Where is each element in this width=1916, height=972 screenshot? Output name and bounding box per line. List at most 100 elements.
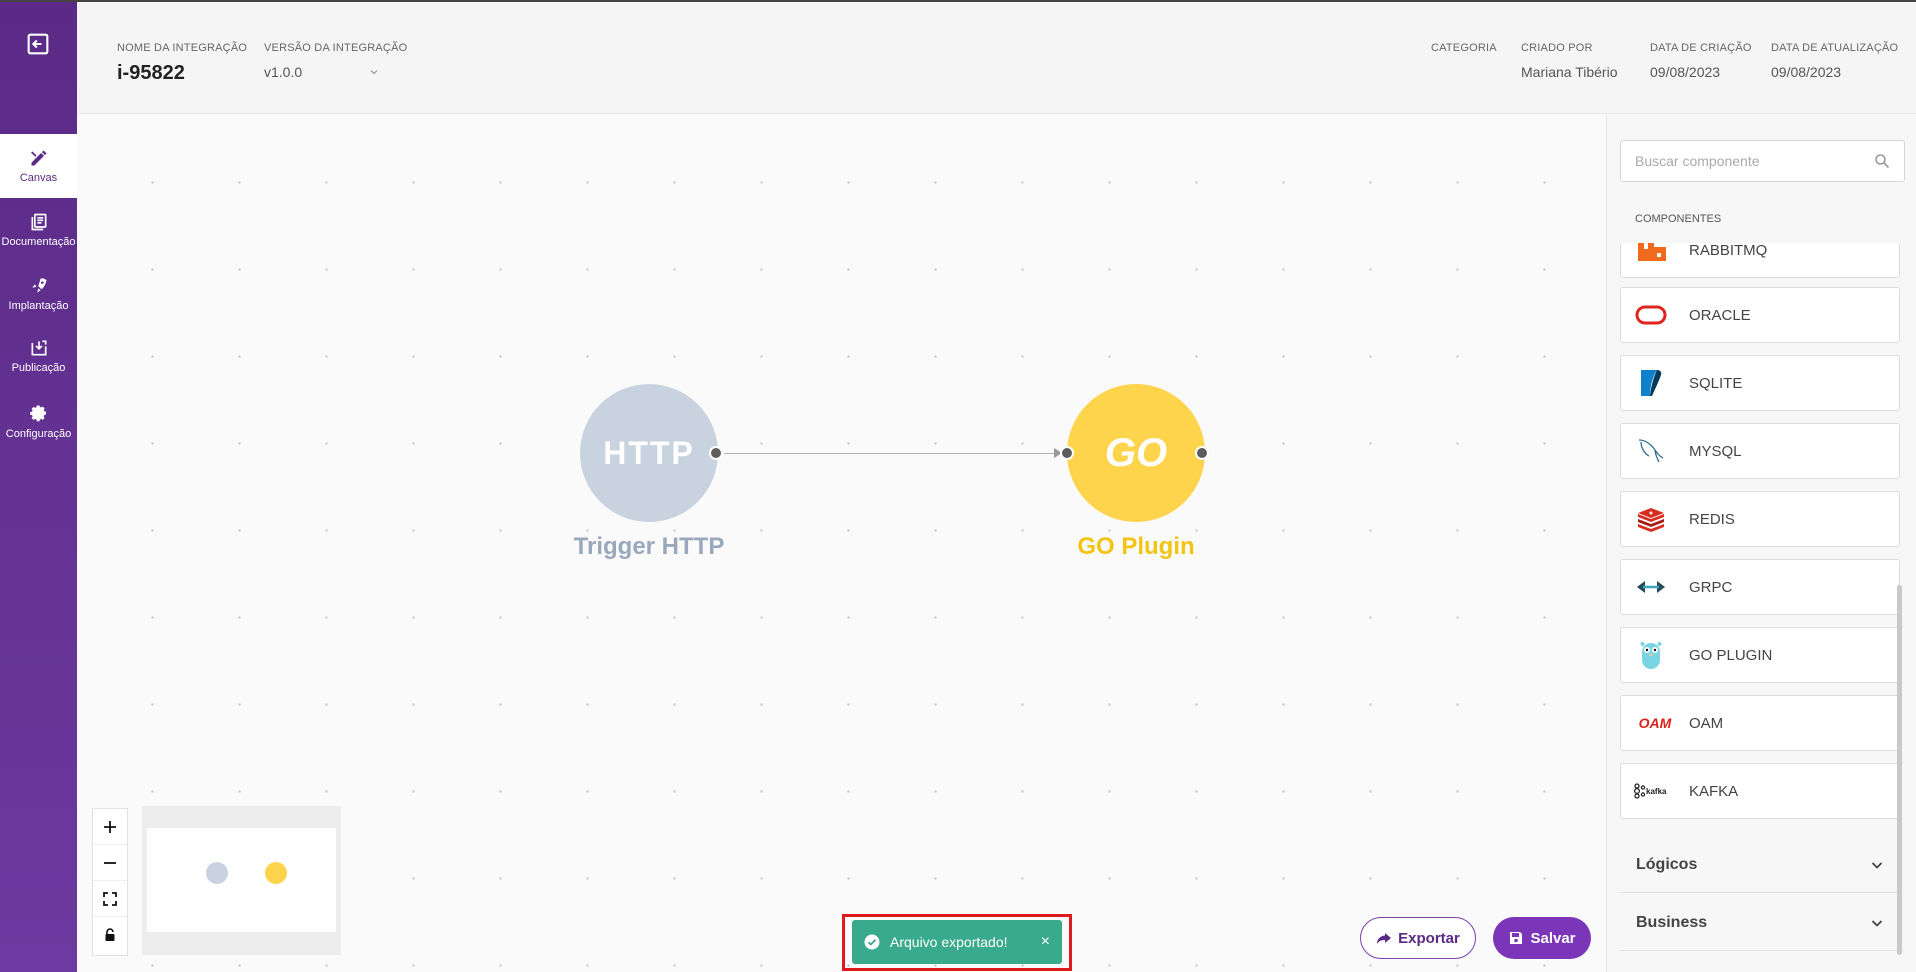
rocket-icon <box>31 278 46 294</box>
save-button[interactable]: Salvar <box>1493 917 1591 959</box>
component-item-mysql[interactable]: MYSQL <box>1620 423 1900 479</box>
version-select[interactable]: v1.0.0 <box>264 64 379 80</box>
export-button[interactable]: Exportar <box>1360 917 1476 959</box>
component-item-kafka[interactable]: kafka KAFKA <box>1620 763 1900 819</box>
grpc-icon <box>1633 572 1669 602</box>
floppy-disk-icon <box>1510 932 1523 944</box>
search-icon[interactable] <box>1874 153 1890 169</box>
node-trigger-http[interactable]: HTTP <box>580 384 718 522</box>
component-list: RABBITMQ ORACLE SQLITE MYSQL REDIS GRPC … <box>1620 243 1905 821</box>
component-search[interactable] <box>1620 140 1905 182</box>
section-logicos[interactable]: Lógicos <box>1620 838 1900 893</box>
sidebar-item-label: Implantação <box>8 300 69 312</box>
created-by-value: Mariana Tibério <box>1521 64 1618 80</box>
zoom-controls <box>92 808 128 956</box>
http-icon: HTTP <box>603 434 695 471</box>
rabbitmq-icon <box>1633 243 1669 265</box>
plus-icon <box>104 820 116 833</box>
created-at-value: 09/08/2023 <box>1650 64 1721 80</box>
sidebar-item-label: Publicação <box>11 362 66 374</box>
category-label: CATEGORIA <box>1431 42 1497 54</box>
created-at-label: DATA DE CRIAÇÃO <box>1650 42 1752 54</box>
toast-message: Arquivo exportado! <box>890 934 1008 950</box>
component-item-grpc[interactable]: GRPC <box>1620 559 1900 615</box>
sqlite-icon <box>1633 368 1669 398</box>
component-item-redis[interactable]: REDIS <box>1620 491 1900 547</box>
zoom-in-button[interactable] <box>93 809 127 845</box>
updated-at-value: 09/08/2023 <box>1771 64 1842 80</box>
gopher-icon <box>1633 640 1669 670</box>
sidebar-item-label: Documentação <box>1 236 76 248</box>
component-label: ORACLE <box>1689 306 1751 324</box>
integration-name: i-95822 <box>117 62 185 84</box>
component-label: KAFKA <box>1689 782 1739 800</box>
node-output-port[interactable] <box>1195 446 1209 460</box>
fullscreen-icon <box>103 891 117 906</box>
sidebar-item-canvas[interactable]: Canvas <box>0 134 77 198</box>
component-item-go-plugin[interactable]: GO PLUGIN <box>1620 627 1900 683</box>
toast-close-button[interactable]: × <box>1041 933 1050 951</box>
minimap-viewport <box>147 828 336 932</box>
minimap[interactable] <box>142 806 341 955</box>
created-by-label: CRIADO POR <box>1521 42 1593 54</box>
zoom-out-button[interactable] <box>93 845 127 881</box>
minus-icon <box>104 861 116 864</box>
sidebar-item-documentacao[interactable]: Documentação <box>0 198 77 262</box>
category-field: CATEGORIA <box>1431 42 1497 54</box>
redis-icon <box>1633 504 1669 534</box>
integration-version-field: VERSÃO DA INTEGRAÇÃO v1.0.0 <box>264 42 407 80</box>
component-label: SQLITE <box>1689 374 1743 392</box>
component-label: REDIS <box>1689 510 1735 528</box>
chevron-down-icon <box>1871 862 1883 869</box>
lock-button[interactable] <box>93 917 127 953</box>
component-item-oracle[interactable]: ORACLE <box>1620 287 1900 343</box>
fit-view-button[interactable] <box>93 881 127 917</box>
component-item-rabbitmq[interactable]: RABBITMQ <box>1620 243 1900 278</box>
created-by-field: CRIADO POR Mariana Tibério <box>1521 42 1618 80</box>
component-label: OAM <box>1689 714 1724 732</box>
publish-icon <box>31 340 46 356</box>
sidebar-item-label: Configuração <box>5 428 72 440</box>
mysql-icon <box>1633 436 1669 466</box>
exit-icon[interactable] <box>24 30 52 58</box>
sidebar-item-configuracao[interactable]: Configuração <box>0 390 77 454</box>
integration-name-label: NOME DA INTEGRAÇÃO <box>117 42 248 54</box>
flow-edge[interactable] <box>724 453 1059 454</box>
search-input[interactable] <box>1635 153 1874 169</box>
book-icon <box>31 213 46 231</box>
component-item-sqlite[interactable]: SQLITE <box>1620 355 1900 411</box>
oracle-icon <box>1633 300 1669 330</box>
component-label: RABBITMQ <box>1689 243 1768 259</box>
components-panel: COMPONENTES RABBITMQ ORACLE SQLITE MYSQL <box>1606 115 1916 972</box>
minimap-node <box>265 862 287 884</box>
sidebar: Canvas Documentação Implantação Publicaç… <box>0 2 77 972</box>
sidebar-item-publicacao[interactable]: Publicação <box>0 324 77 388</box>
integration-header: NOME DA INTEGRAÇÃO i-95822 VERSÃO DA INT… <box>77 2 1916 114</box>
updated-at-label: DATA DE ATUALIZAÇÃO <box>1771 42 1899 54</box>
node-input-port[interactable] <box>1060 446 1074 460</box>
minimap-node <box>206 862 228 884</box>
chevron-down-icon <box>1871 920 1883 927</box>
lock-icon <box>105 928 115 941</box>
check-circle-icon <box>864 934 880 950</box>
export-label: Exportar <box>1398 929 1460 947</box>
node-label-trigger-http: Trigger HTTP <box>573 533 725 560</box>
sidebar-item-implantacao[interactable]: Implantação <box>0 262 77 326</box>
sidebar-item-label: Canvas <box>19 172 58 184</box>
node-label-go-plugin: GO Plugin <box>1077 533 1195 560</box>
component-item-oam[interactable]: OAM OAM <box>1620 695 1900 751</box>
node-go-plugin[interactable]: GO <box>1067 384 1205 522</box>
created-at-field: DATA DE CRIAÇÃO 09/08/2023 <box>1650 42 1752 80</box>
gear-icon <box>29 405 46 422</box>
section-business[interactable]: Business <box>1620 896 1900 951</box>
components-title: COMPONENTES <box>1635 213 1722 225</box>
panel-scrollbar[interactable] <box>1897 585 1902 955</box>
node-output-port[interactable] <box>709 446 723 460</box>
component-label: GRPC <box>1689 578 1733 596</box>
section-title: Lógicos <box>1636 856 1698 873</box>
oam-icon: OAM <box>1638 715 1672 731</box>
section-title: Business <box>1636 914 1708 931</box>
save-label: Salvar <box>1530 929 1576 947</box>
design-tools-icon <box>30 150 46 166</box>
share-arrow-icon <box>1377 933 1392 944</box>
